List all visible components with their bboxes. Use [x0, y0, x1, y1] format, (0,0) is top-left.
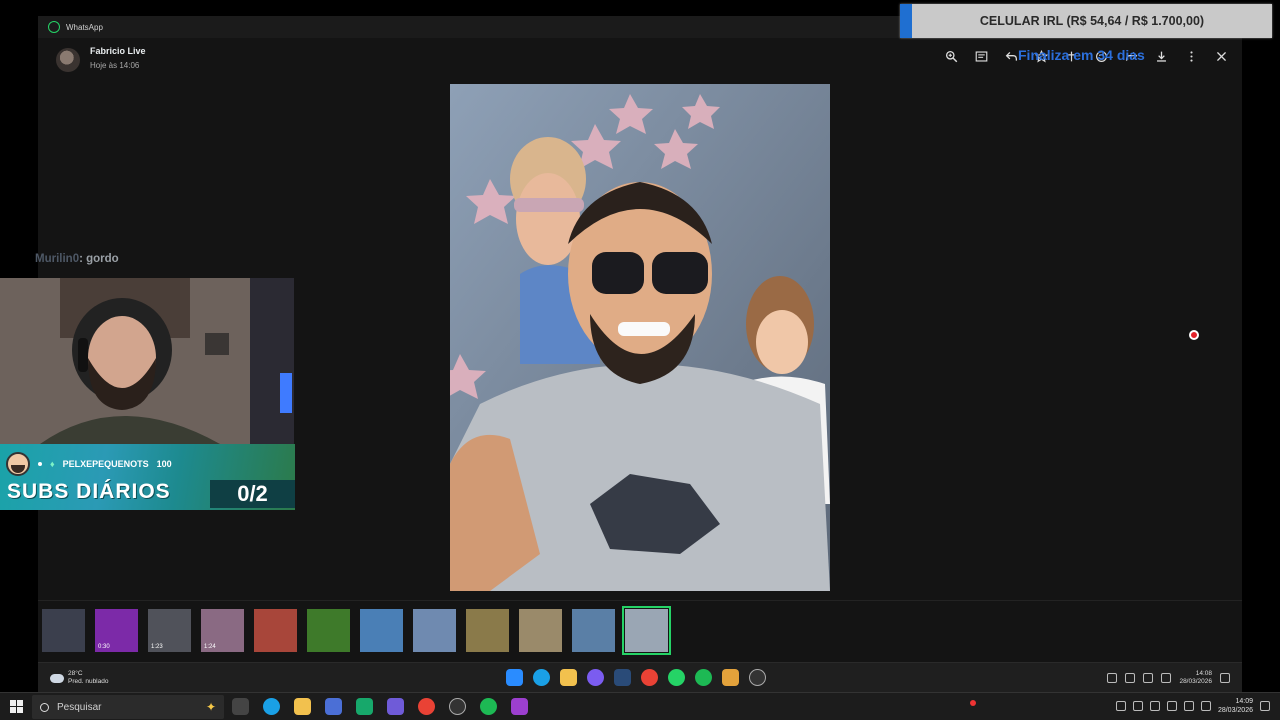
media-thumbnail[interactable]: [572, 609, 615, 652]
media-thumbnail[interactable]: [622, 606, 671, 655]
thumbnail-strip: 0:30 1:23 1:24: [38, 600, 1242, 655]
captured-system-tray: 14:08 28/03/2026: [1107, 670, 1230, 686]
media-thumbnail[interactable]: [413, 609, 456, 652]
alert-badge: [970, 700, 976, 706]
host-date: 28/03/2026: [1217, 707, 1253, 714]
subs-panel: ♦ PELXEPEQUENOTS 100 SUBS DIÁRIOS 0/2: [0, 444, 295, 510]
media-thumbnail[interactable]: [254, 609, 297, 652]
captured-date: 28/03/2026: [1179, 678, 1212, 685]
chat-text: : gordo: [79, 253, 119, 265]
windows-start-button[interactable]: [10, 700, 23, 713]
gem-icon: ♦: [50, 459, 55, 469]
store-icon[interactable]: [325, 698, 342, 715]
host-taskbar: Pesquisar ✦ 14:09 28/03/2026: [0, 692, 1280, 720]
obs-icon[interactable]: [449, 698, 466, 715]
sender-name: Fabricio Live: [90, 46, 146, 56]
obs-icon[interactable]: [749, 669, 766, 686]
chrome-icon[interactable]: [418, 698, 435, 715]
tray-chevron-icon[interactable]: [1115, 701, 1126, 711]
whatsapp-icon[interactable]: [668, 669, 685, 686]
more-icon[interactable]: [1183, 48, 1200, 65]
network-icon[interactable]: [1143, 673, 1154, 683]
chat-message: Murilin0: gordo: [35, 253, 119, 265]
last-sub-row: ♦ PELXEPEQUENOTS 100: [6, 452, 172, 476]
video-duration: 1:24: [204, 644, 216, 650]
spotify-icon[interactable]: [480, 698, 497, 715]
media-thumbnail[interactable]: [42, 609, 85, 652]
mic-icon[interactable]: [1166, 701, 1177, 711]
host-clock[interactable]: 14:09 28/03/2026: [1218, 697, 1253, 715]
media-thumbnail[interactable]: 1:24: [201, 609, 244, 652]
media-thumbnail[interactable]: [519, 609, 562, 652]
captured-taskbar-apps: [506, 669, 766, 686]
edge-icon[interactable]: [263, 698, 280, 715]
app-icon[interactable]: [356, 698, 373, 715]
last-sub-amount: 100: [156, 459, 172, 469]
media-thumbnail[interactable]: [466, 609, 509, 652]
tray-chevron-icon[interactable]: [1107, 673, 1118, 683]
sent-time: Hoje às 14:06: [90, 61, 140, 70]
subs-label: SUBS DIÁRIOS: [7, 480, 171, 503]
file-explorer-icon[interactable]: [560, 669, 577, 686]
network-icon[interactable]: [1132, 701, 1143, 711]
steam-icon[interactable]: [614, 669, 631, 686]
streamer-avatar: [6, 452, 30, 476]
search-icon: [40, 702, 49, 712]
media-thumbnail[interactable]: [360, 609, 403, 652]
cloud-icon: [50, 673, 64, 683]
host-time: 14:09: [1235, 698, 1253, 705]
captured-taskbar: 28°C Pred. nublado 14:08 28/03/2026: [38, 662, 1242, 692]
media-thumbnail[interactable]: 0:30: [95, 609, 138, 652]
window-title: WhatsApp: [66, 22, 103, 32]
media-photo[interactable]: [450, 84, 830, 591]
weather-temp: 28°C: [68, 670, 83, 677]
mic-icon[interactable]: [1125, 673, 1136, 683]
media-thumbnail[interactable]: [307, 609, 350, 652]
cloud-icon[interactable]: [1149, 701, 1160, 711]
zoom-in-icon[interactable]: [943, 48, 960, 65]
host-system-tray: 14:09 28/03/2026: [1115, 697, 1270, 715]
volume-icon[interactable]: [1161, 673, 1172, 683]
discord-icon[interactable]: [387, 698, 404, 715]
video-duration: 0:30: [98, 644, 110, 650]
caption-icon[interactable]: [973, 48, 990, 65]
captured-time: 14:08: [1195, 670, 1212, 677]
recording-indicator-icon: [1189, 330, 1199, 340]
video-duration: 1:23: [151, 644, 163, 650]
goal-deadline: Finaliza em 34 dias: [1018, 47, 1145, 63]
weather-desc: Pred. nublado: [68, 678, 109, 685]
file-explorer-icon[interactable]: [294, 698, 311, 715]
captured-clock[interactable]: 14:08 28/03/2026: [1179, 670, 1212, 686]
goal-banner: CELULAR IRL (R$ 54,64 / R$ 1.700,00): [900, 4, 1272, 38]
download-icon[interactable]: [1153, 48, 1170, 65]
media-thumbnail[interactable]: 1:23: [148, 609, 191, 652]
spotify-icon[interactable]: [695, 669, 712, 686]
task-view-icon[interactable]: [232, 698, 249, 715]
discord-icon[interactable]: [587, 669, 604, 686]
taskbar-search[interactable]: Pesquisar ✦: [32, 695, 224, 719]
search-highlight-icon: ✦: [205, 700, 216, 714]
volume-icon[interactable]: [1200, 701, 1211, 711]
search-placeholder: Pesquisar: [57, 701, 102, 713]
webcam-feed: [0, 278, 294, 444]
thumbnail-list: 0:30 1:23 1:24: [42, 606, 671, 655]
app-icon-2[interactable]: [511, 698, 528, 715]
host-taskbar-apps: [232, 698, 528, 715]
notification-icon[interactable]: [1260, 701, 1270, 711]
notification-icon[interactable]: [1220, 673, 1230, 683]
subs-count: 0/2: [210, 480, 295, 508]
sender-avatar[interactable]: [56, 48, 80, 72]
chrome-icon[interactable]: [641, 669, 658, 686]
close-icon[interactable]: [1213, 48, 1230, 65]
whatsapp-logo-icon: [48, 21, 60, 33]
display-icon[interactable]: [1183, 701, 1194, 711]
windows-start-icon[interactable]: [506, 669, 523, 686]
last-sub-user: PELXEPEQUENOTS: [62, 459, 149, 469]
edge-icon[interactable]: [533, 669, 550, 686]
chat-username: Murilin0: [35, 253, 80, 265]
weather-widget[interactable]: 28°C Pred. nublado: [50, 670, 108, 686]
app-icon[interactable]: [722, 669, 739, 686]
separator-dot: [38, 462, 42, 466]
desktop: WhatsApp Fabricio Live Hoje às 14:06 0:3…: [0, 0, 1280, 720]
